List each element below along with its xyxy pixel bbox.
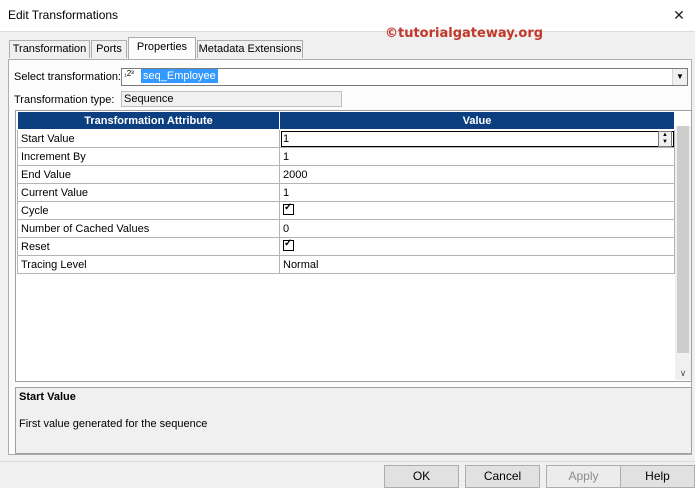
attribute-name: Reset [17, 237, 280, 256]
attribute-name: End Value [17, 165, 280, 184]
title-bar: Edit Transformations ✕ [0, 0, 695, 32]
attribute-name: Tracing Level [17, 255, 280, 274]
select-transformation-dropdown[interactable]: ₁2³ seq_Employee ▼ [121, 68, 688, 86]
attribute-value[interactable]: 1 [279, 183, 675, 202]
transformation-type-label: Transformation type: [14, 94, 115, 106]
table-row: Tracing Level Normal [17, 255, 675, 274]
table-row: Reset [17, 237, 675, 256]
chevron-down-icon[interactable]: ▼ [672, 69, 687, 85]
description-pane: Start Value First value generated for th… [15, 387, 692, 454]
cancel-button[interactable]: Cancel [465, 465, 540, 488]
selected-transformation: seq_Employee [141, 69, 218, 83]
attribute-name: Increment By [17, 147, 280, 166]
window-title: Edit Transformations [8, 8, 119, 22]
transformation-type-value: Sequence [121, 91, 342, 107]
table-row: Current Value 1 [17, 183, 675, 202]
tab-transformation[interactable]: Transformation [9, 40, 90, 58]
description-title: Start Value [19, 391, 76, 403]
scroll-down-icon[interactable]: ∨ [675, 366, 691, 380]
column-header-attribute: Transformation Attribute [17, 111, 280, 130]
description-text: First value generated for the sequence [19, 418, 208, 430]
tab-properties[interactable]: Properties [128, 37, 196, 59]
table-row: Increment By 1 [17, 147, 675, 166]
attribute-name: Current Value [17, 183, 280, 202]
help-button[interactable]: Help [620, 465, 695, 488]
apply-button[interactable]: Apply [546, 465, 621, 488]
watermark: ©tutorialgateway.org [385, 26, 544, 41]
tab-metadata-extensions[interactable]: Metadata Extensions [197, 40, 303, 58]
attribute-value[interactable]: 2000 [279, 165, 675, 184]
attribute-value [279, 237, 675, 256]
scrollbar-thumb[interactable] [677, 126, 689, 353]
attribute-value[interactable]: Normal [279, 255, 675, 274]
spinner-icon[interactable]: ▲ ▼ [658, 131, 672, 147]
attribute-value[interactable]: 0 [279, 219, 675, 238]
table-row: Start Value 1 ▲ ▼ [17, 129, 675, 148]
ok-button[interactable]: OK [384, 465, 459, 488]
sequence-icon: ₁2³ [124, 69, 134, 78]
column-header-value: Value [279, 111, 675, 130]
attribute-value[interactable]: 1 [279, 147, 675, 166]
table-row: Number of Cached Values 0 [17, 219, 675, 238]
start-value: 1 [283, 132, 290, 145]
start-value-input[interactable]: 1 ▲ ▼ [279, 129, 675, 148]
table-row: Cycle [17, 201, 675, 220]
attribute-name: Number of Cached Values [17, 219, 280, 238]
table-row: End Value 2000 [17, 165, 675, 184]
select-transformation-label: Select transformation: [14, 71, 121, 83]
vertical-scrollbar[interactable]: ∨ [675, 126, 691, 380]
cycle-checkbox[interactable] [283, 203, 294, 216]
tab-ports[interactable]: Ports [91, 40, 127, 58]
attribute-value [279, 201, 675, 220]
close-icon[interactable]: ✕ [669, 5, 689, 25]
reset-checkbox[interactable] [283, 239, 294, 252]
attribute-grid: Transformation Attribute Value Start Val… [15, 110, 692, 382]
attribute-name: Cycle [17, 201, 280, 220]
attribute-name: Start Value [17, 129, 280, 148]
